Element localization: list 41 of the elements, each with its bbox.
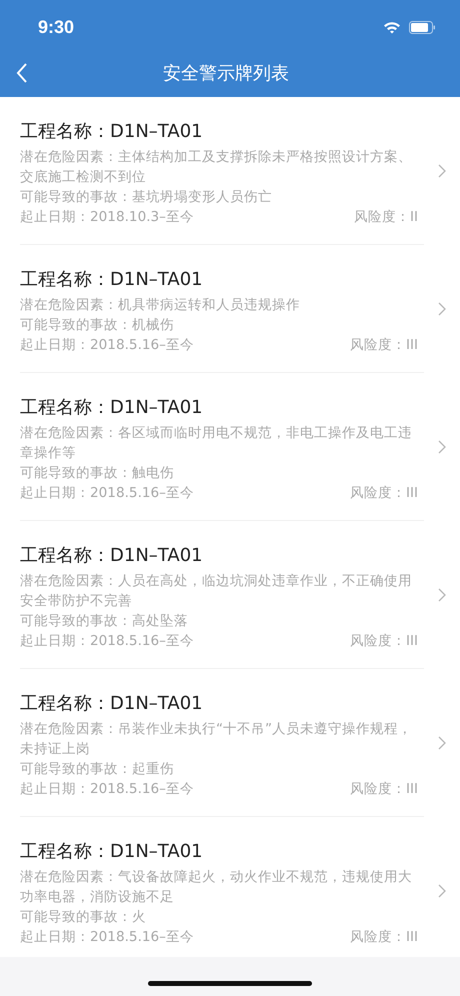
battery-icon — [409, 20, 436, 34]
risk-level: 风险度：III — [350, 780, 418, 799]
project-name: 工程名称：D1N–TA01 — [20, 840, 204, 864]
hazard-text: 潜在危险因素：气设备故障起火，动火作业不规范，违规使用大功率电器，消防设施不足 — [20, 868, 413, 907]
chevron-right-icon[interactable] — [438, 588, 446, 602]
accident-text: 可能导致的事故：基坑坍塌变形人员伤亡 — [20, 188, 273, 207]
accident-text: 可能导致的事故：火 — [20, 908, 147, 927]
date-range: 起止日期：2018.5.16–至今 — [20, 632, 194, 651]
risk-level: 风险度：III — [350, 928, 418, 947]
accident-text: 可能导致的事故：触电伤 — [20, 464, 175, 483]
date-range: 起止日期：2018.10.3–至今 — [20, 208, 194, 227]
risk-level: 风险度：III — [350, 484, 418, 503]
accident-text: 可能导致的事故：机械伤 — [20, 316, 175, 335]
risk-level: 风险度：II — [354, 208, 418, 227]
accident-text: 可能导致的事故：高处坠落 — [20, 612, 189, 631]
project-name: 工程名称：D1N–TA01 — [20, 692, 204, 716]
hazard-text: 潜在危险因素：吊装作业未执行“十不吊”人员未遵守操作规程，未持证上岗 — [20, 720, 414, 759]
hazard-text: 潜在危险因素：主体结构加工及支撑拆除未严格按照设计方案、交底施工检测不到位 — [20, 148, 413, 187]
hazard-text: 潜在危险因素：机具带病运转和人员违规操作 — [20, 296, 301, 315]
project-name: 工程名称：D1N–TA01 — [20, 396, 204, 420]
date-range: 起止日期：2018.5.16–至今 — [20, 484, 194, 503]
accident-text: 可能导致的事故：起重伤 — [20, 760, 175, 779]
risk-level: 风险度：III — [350, 632, 418, 651]
chevron-right-icon[interactable] — [438, 164, 446, 178]
date-range: 起止日期：2018.5.16–至今 — [20, 780, 194, 799]
status-time: 9:30 — [38, 16, 76, 38]
project-name: 工程名称：D1N–TA01 — [20, 120, 204, 144]
date-range: 起止日期：2018.5.16–至今 — [20, 336, 194, 355]
project-name: 工程名称：D1N–TA01 — [20, 544, 204, 568]
hazard-text: 潜在危险因素：各区域而临时用电不规范，非电工操作及电工违章操作等 — [20, 424, 413, 463]
project-name: 工程名称：D1N–TA01 — [20, 268, 204, 292]
wifi-icon — [383, 20, 401, 34]
chevron-right-icon[interactable] — [438, 302, 446, 316]
back-icon[interactable] — [16, 62, 28, 82]
chevron-right-icon[interactable] — [438, 440, 446, 454]
hazard-text: 潜在危险因素：人员在高处，临边坑洞处违章作业，不正确使用安全带防护不完善 — [20, 572, 413, 611]
page-title: 安全警示牌列表 — [162, 62, 290, 84]
chevron-right-icon[interactable] — [438, 884, 446, 898]
date-range: 起止日期：2018.5.16–至今 — [20, 928, 194, 947]
chevron-right-icon[interactable] — [438, 736, 446, 750]
risk-level: 风险度：III — [350, 336, 418, 355]
